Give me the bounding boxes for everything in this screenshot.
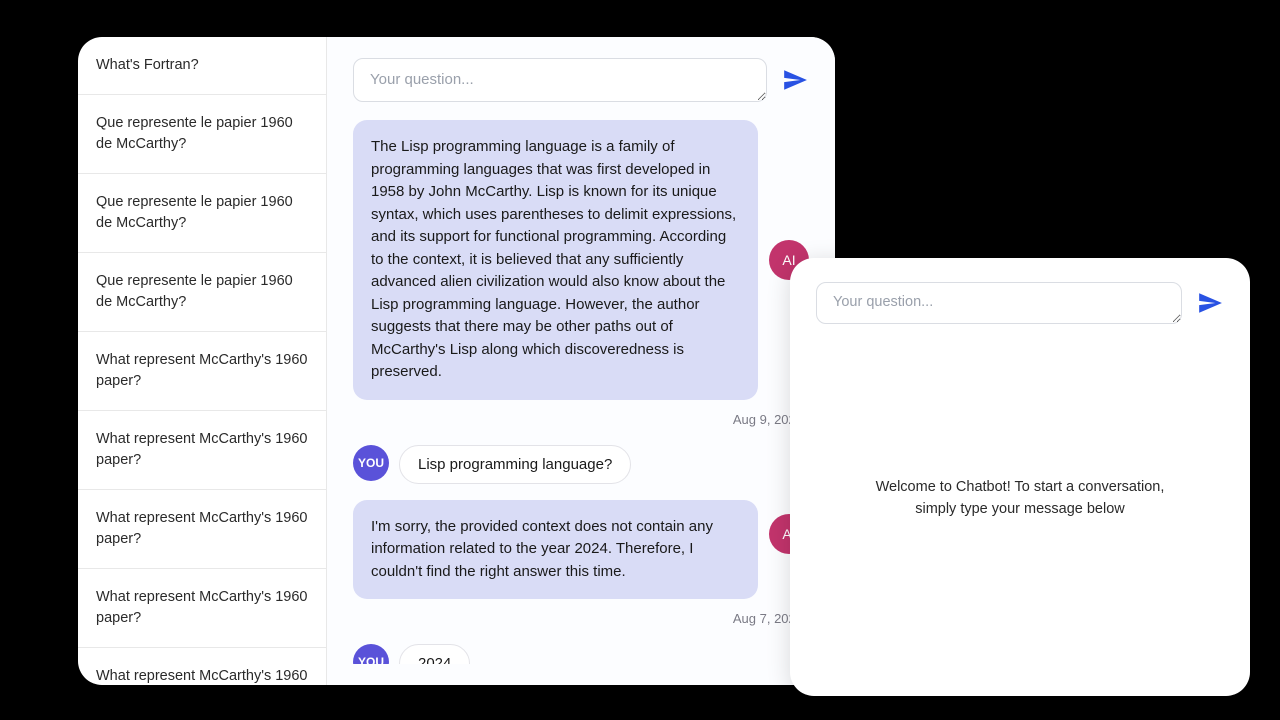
sidebar-item[interactable]: What represent McCarthy's 1960 paper? [78, 490, 326, 569]
sidebar-item[interactable]: What represent McCarthy's 1960 paper? [78, 569, 326, 648]
conversation-sidebar: What's Fortran? Que represente le papier… [78, 37, 327, 685]
ai-message-bubble: I'm sorry, the provided context does not… [353, 500, 758, 600]
send-icon [1197, 290, 1223, 316]
user-badge: YOU [353, 445, 389, 481]
chat-scroll[interactable]: The Lisp programming language is a famil… [353, 120, 809, 664]
overlay-question-input[interactable] [816, 282, 1182, 324]
ai-message-row: The Lisp programming language is a famil… [353, 120, 809, 400]
input-row [353, 58, 809, 102]
ai-message-bubble: The Lisp programming language is a famil… [353, 120, 758, 400]
sidebar-item[interactable]: Que represente le papier 1960 de McCarth… [78, 253, 326, 332]
user-message-row: YOU 2024 [353, 644, 809, 664]
sidebar-item[interactable]: What represent McCarthy's 1960 paper? [78, 648, 326, 685]
send-icon [782, 67, 808, 93]
user-message-bubble: 2024 [399, 644, 470, 664]
message-timestamp: Aug 9, 2024 [353, 412, 809, 427]
question-input[interactable] [353, 58, 767, 102]
main-chat-card: What's Fortran? Que represente le papier… [78, 37, 835, 685]
welcome-message: Welcome to Chatbot! To start a conversat… [866, 476, 1174, 521]
user-message-bubble: Lisp programming language? [399, 445, 631, 484]
sidebar-item[interactable]: What represent McCarthy's 1960 paper? [78, 332, 326, 411]
overlay-body: Welcome to Chatbot! To start a conversat… [816, 324, 1224, 672]
overlay-input-row [816, 282, 1224, 324]
sidebar-item[interactable]: Que represente le papier 1960 de McCarth… [78, 95, 326, 174]
overlay-send-button[interactable] [1196, 289, 1224, 317]
sidebar-item[interactable]: Que represente le papier 1960 de McCarth… [78, 174, 326, 253]
user-badge: YOU [353, 644, 389, 664]
welcome-chat-card: Welcome to Chatbot! To start a conversat… [790, 258, 1250, 696]
sidebar-item[interactable]: What's Fortran? [78, 37, 326, 95]
send-button[interactable] [781, 66, 809, 94]
ai-message-row: I'm sorry, the provided context does not… [353, 500, 809, 600]
user-message-row: YOU Lisp programming language? [353, 445, 809, 484]
chat-area: The Lisp programming language is a famil… [327, 37, 835, 685]
sidebar-item[interactable]: What represent McCarthy's 1960 paper? [78, 411, 326, 490]
message-timestamp: Aug 7, 2024 [353, 611, 809, 626]
